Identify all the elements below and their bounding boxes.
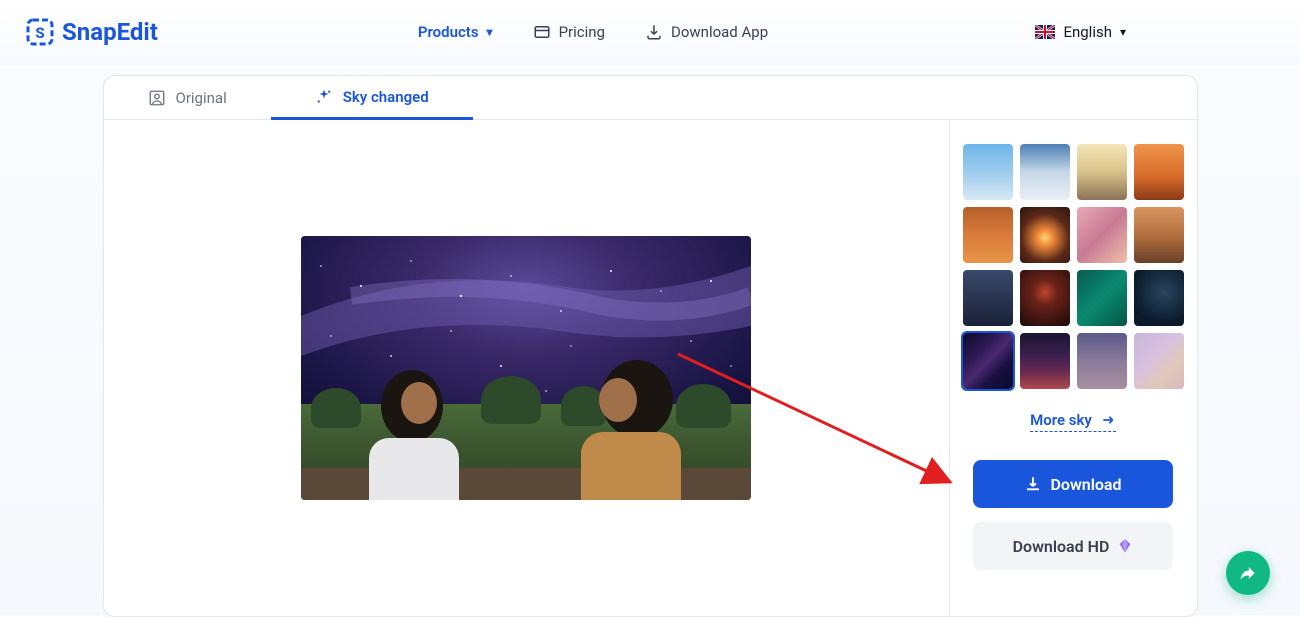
tree bbox=[311, 388, 361, 428]
logo-text: SnapEdit bbox=[62, 18, 158, 46]
nav-pricing[interactable]: Pricing bbox=[533, 23, 605, 41]
tab-sky-changed[interactable]: Sky changed bbox=[271, 76, 473, 120]
preview-image bbox=[301, 236, 751, 500]
sky-thumb-golden-haze[interactable] bbox=[1077, 144, 1127, 200]
logo[interactable]: S SnapEdit bbox=[24, 16, 158, 48]
workspace: More sky Download Download HD bbox=[104, 120, 1197, 616]
person-left bbox=[361, 370, 471, 500]
sky-thumb-moon-dusk[interactable] bbox=[963, 270, 1013, 326]
sky-thumb-dark-swirl[interactable] bbox=[1134, 270, 1184, 326]
sky-thumb-orange-sunset[interactable] bbox=[1134, 144, 1184, 200]
sky-thumb-blue-clouds[interactable] bbox=[963, 144, 1013, 200]
download-hd-button[interactable]: Download HD bbox=[973, 522, 1173, 570]
tree bbox=[481, 376, 541, 424]
sky-thumb-amber-blur[interactable] bbox=[1134, 207, 1184, 263]
more-sky-label: More sky bbox=[1030, 411, 1092, 429]
share-fab[interactable] bbox=[1226, 551, 1270, 595]
sparkle-icon bbox=[315, 88, 333, 106]
chevron-down-icon: ▾ bbox=[487, 25, 493, 39]
language-label: English bbox=[1063, 23, 1112, 41]
sky-thumb-red-moon[interactable] bbox=[1020, 270, 1070, 326]
sky-thumb-twilight[interactable] bbox=[1077, 333, 1127, 389]
person-icon bbox=[148, 89, 166, 107]
header: S SnapEdit Products ▾ Pricing Download A… bbox=[0, 0, 1300, 65]
pricing-icon bbox=[533, 23, 551, 41]
uk-flag-icon bbox=[1035, 25, 1055, 39]
tab-original-label: Original bbox=[176, 89, 227, 107]
diamond-icon bbox=[1117, 538, 1133, 554]
person-right bbox=[571, 360, 691, 500]
chevron-down-icon: ▾ bbox=[1120, 25, 1126, 39]
download-icon bbox=[1024, 475, 1042, 493]
download-hd-label: Download HD bbox=[1013, 537, 1110, 556]
download-label: Download bbox=[1050, 475, 1121, 494]
sky-thumb-cumulus[interactable] bbox=[1020, 144, 1070, 200]
nav-pricing-label: Pricing bbox=[559, 23, 605, 41]
tabs: Original Sky changed bbox=[104, 76, 1197, 120]
nav-download-app-label: Download App bbox=[671, 23, 768, 41]
share-icon bbox=[1238, 563, 1258, 583]
sky-thumb-teal-aurora[interactable] bbox=[1077, 270, 1127, 326]
language-selector[interactable]: English ▾ bbox=[1035, 23, 1126, 41]
svg-text:S: S bbox=[35, 24, 44, 42]
nav-download-app[interactable]: Download App bbox=[645, 23, 768, 41]
editor-container: Original Sky changed bbox=[103, 75, 1198, 617]
logo-icon: S bbox=[24, 16, 56, 48]
sky-thumb-pink-clouds[interactable] bbox=[1077, 207, 1127, 263]
sky-grid bbox=[963, 144, 1184, 389]
sky-thumb-galaxy[interactable] bbox=[963, 333, 1013, 389]
canvas-area bbox=[104, 120, 949, 616]
tab-sky-changed-label: Sky changed bbox=[343, 88, 429, 106]
download-button[interactable]: Download bbox=[973, 460, 1173, 508]
nav-products[interactable]: Products ▾ bbox=[418, 23, 493, 41]
tab-original[interactable]: Original bbox=[104, 76, 271, 119]
nav-products-label: Products bbox=[418, 23, 479, 41]
nav: Products ▾ Pricing Download App bbox=[418, 23, 768, 41]
more-sky-link[interactable]: More sky bbox=[1030, 411, 1116, 432]
sky-thumb-orange-clouds[interactable] bbox=[963, 207, 1013, 263]
arrow-right-icon bbox=[1100, 412, 1116, 428]
sidebar: More sky Download Download HD bbox=[949, 120, 1197, 616]
sky-thumb-nebula[interactable] bbox=[1020, 333, 1070, 389]
sky-thumb-pastel-rainbow[interactable] bbox=[1134, 333, 1184, 389]
sky-thumb-sun-horizon[interactable] bbox=[1020, 207, 1070, 263]
download-icon bbox=[645, 23, 663, 41]
